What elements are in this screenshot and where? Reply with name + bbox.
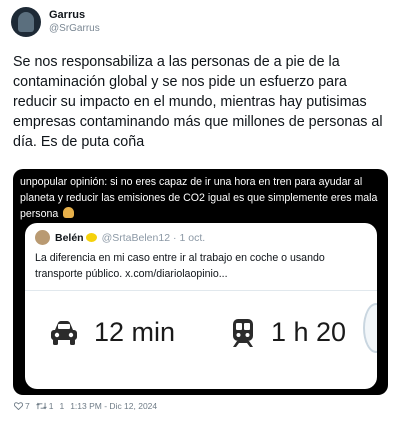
car-trip-option: 12 min — [49, 317, 175, 348]
person-emoji-icon — [63, 207, 75, 218]
heart-icon — [14, 402, 23, 410]
car-time: 12 min — [94, 317, 176, 347]
quote-author-name: Belén — [55, 231, 84, 244]
train-time: 1 h 20 — [271, 317, 347, 347]
retweet-count: 1 — [48, 401, 54, 411]
retweet-icon — [35, 402, 47, 410]
train-icon — [233, 318, 253, 347]
tweet-text: Se nos responsabiliza a las personas de … — [13, 54, 383, 150]
like-count: 7 — [25, 401, 30, 411]
quote-separator: · — [173, 231, 177, 244]
timestamp-text: 1:13 PM - Dic 12, 2024 — [70, 401, 158, 411]
car-icon — [51, 320, 77, 345]
tweet-footer: 7 1 1 1:13 PM - Dic 12, 2024 — [14, 401, 163, 411]
retweet-button[interactable]: 1 — [35, 401, 54, 411]
quote-handle: @SrtaBelen12 — [101, 231, 171, 244]
quoted-tweet-card[interactable]: Belén @SrtaBelen12 · 1 oct. La diferenci… — [25, 223, 377, 389]
next-item-peek — [363, 303, 377, 353]
lemon-emoji-icon — [85, 233, 97, 242]
quote-header: Belén @SrtaBelen12 · 1 oct. — [35, 230, 205, 245]
author-info: Garrus @SrGarrus — [49, 9, 100, 35]
reply-count: 1 — [59, 401, 65, 411]
like-button[interactable]: 7 — [14, 401, 30, 411]
handle[interactable]: @SrGarrus — [49, 22, 100, 35]
quote-text: La diferencia en mi caso entre ir al tra… — [35, 252, 325, 280]
tweet-media[interactable]: unpopular opinión: si no eres capaz de i… — [13, 169, 388, 395]
quote-avatar — [35, 230, 50, 245]
tweet-header: Garrus @SrGarrus — [11, 7, 100, 37]
avatar[interactable] — [11, 7, 41, 37]
quote-divider — [25, 290, 377, 291]
timestamp[interactable]: 1:13 PM - Dic 12, 2024 — [70, 401, 157, 411]
train-trip-option: 1 h 20 — [230, 317, 346, 348]
media-caption: unpopular opinión: si no eres capaz de i… — [20, 174, 382, 222]
display-name[interactable]: Garrus — [49, 9, 100, 22]
reply-button[interactable]: 1 — [59, 401, 64, 411]
quote-date: 1 oct. — [179, 231, 206, 244]
